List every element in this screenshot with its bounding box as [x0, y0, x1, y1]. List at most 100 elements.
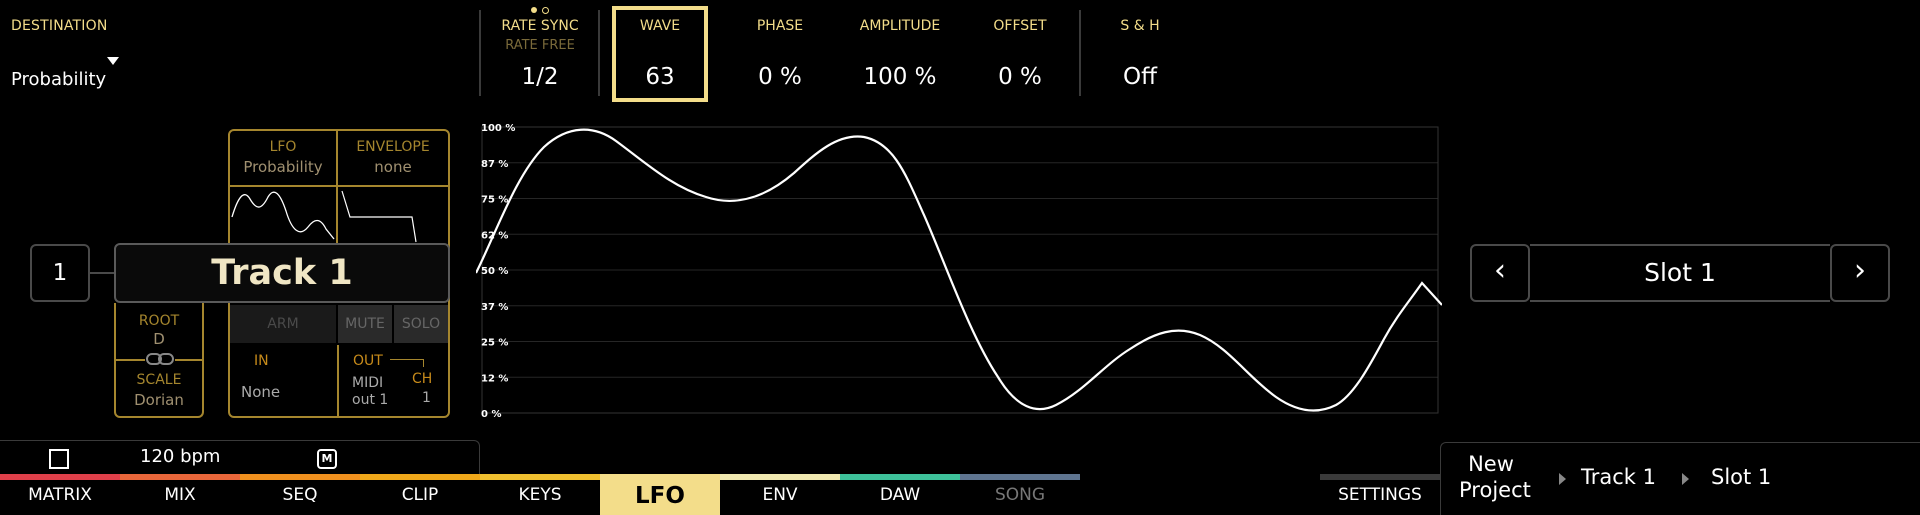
lfo-graph[interactable]: 100 %87 %75 %62 %50 %37 %25 %12 %0 %: [476, 115, 1442, 425]
settings-button[interactable]: SETTINGS: [1320, 476, 1440, 515]
y-tick-label: 50 %: [481, 266, 508, 277]
envelope-thumbnail[interactable]: [340, 187, 448, 243]
scale-label: SCALE: [136, 372, 182, 388]
destination-label: DESTINATION: [11, 18, 108, 34]
breadcrumb-project[interactable]: New Project: [1459, 451, 1531, 503]
phase-label: PHASE: [756, 18, 804, 34]
wave-value: 63: [645, 64, 675, 90]
io-divider: [337, 345, 339, 416]
lfo-thumbnail-wave: [231, 191, 335, 240]
destination-value: Probability: [11, 69, 107, 90]
y-tick-label: 100 %: [481, 123, 515, 134]
track-number-button[interactable]: 1: [30, 244, 90, 302]
y-tick-label: 87 %: [481, 159, 508, 170]
breadcrumb-slot[interactable]: Slot 1: [1711, 465, 1771, 489]
header-divider: [598, 10, 600, 96]
transport-bar: [0, 440, 480, 476]
in-label: IN: [254, 353, 269, 369]
sample-hold-param[interactable]: S & H Off: [1090, 0, 1190, 100]
channel-label: CH: [412, 371, 433, 387]
y-tick-label: 12 %: [481, 373, 508, 384]
amplitude-value: 100 %: [863, 64, 937, 90]
chevron-left-icon: ‹: [1494, 253, 1506, 288]
scale-value: Dorian: [134, 391, 184, 409]
tab-env[interactable]: ENV: [720, 476, 840, 515]
wave-param[interactable]: WAVE 63: [612, 6, 708, 102]
mute-button[interactable]: MUTE: [338, 305, 392, 343]
chevron-right-icon: ›: [1854, 253, 1866, 288]
slot-prev-button[interactable]: ‹: [1470, 244, 1530, 302]
wave-label: WAVE: [639, 18, 681, 34]
header-divider: [479, 10, 481, 96]
lfo-tab-label: LFO: [269, 139, 297, 155]
midi-in-select[interactable]: IN None: [230, 345, 336, 416]
phase-value: 0 %: [758, 64, 802, 90]
y-tick-label: 37 %: [481, 302, 508, 313]
root-scale-box[interactable]: ROOT D SCALE Dorian: [114, 303, 204, 418]
stop-icon[interactable]: [49, 449, 69, 469]
breadcrumb: New Project Track 1 Slot 1: [1440, 442, 1920, 515]
sample-hold-label: S & H: [1120, 18, 1160, 34]
rate-sync-label: RATE SYNC: [501, 18, 579, 34]
tab-daw[interactable]: DAW: [840, 476, 960, 515]
envelope-thumbnail-shape: [341, 190, 417, 243]
amplitude-param[interactable]: AMPLITUDE 100 %: [840, 0, 960, 100]
rate-mode-dot-active: [531, 7, 537, 13]
graph-y-ticks: 100 %87 %75 %62 %50 %37 %25 %12 %0 %: [481, 123, 515, 420]
tab-song[interactable]: SONG: [960, 476, 1080, 515]
out-value-line1: MIDI: [352, 375, 384, 391]
out-bracket: [390, 359, 424, 367]
metronome-icon[interactable]: M: [317, 449, 337, 469]
dropdown-arrow-icon: [107, 57, 119, 65]
lfo-thumbnail[interactable]: [230, 187, 338, 243]
phase-param[interactable]: PHASE 0 %: [730, 0, 830, 100]
y-tick-label: 75 %: [481, 195, 508, 206]
midi-out-select[interactable]: OUT MIDI out 1 CH 1: [340, 345, 448, 416]
breadcrumb-arrow-icon: [1559, 473, 1566, 485]
root-value: D: [153, 330, 165, 348]
lfo-tab[interactable]: LFO Probability: [230, 131, 338, 187]
out-value-line2: out 1: [352, 392, 389, 408]
envelope-tab[interactable]: ENVELOPE none: [338, 131, 448, 187]
breadcrumb-project-line2: Project: [1459, 478, 1531, 502]
tab-keys[interactable]: KEYS: [480, 476, 600, 515]
channel-value: 1: [422, 390, 431, 406]
in-value: None: [241, 383, 281, 401]
slot-label: Slot 1: [1644, 258, 1716, 287]
offset-label: OFFSET: [993, 18, 1047, 34]
rate-param[interactable]: RATE SYNC RATE FREE 1/2: [492, 0, 588, 100]
sample-hold-value: Off: [1123, 64, 1157, 90]
metronome-letter: M: [321, 452, 333, 465]
slot-next-button[interactable]: ›: [1830, 244, 1890, 302]
slot-label-box: Slot 1: [1530, 244, 1830, 302]
amplitude-label: AMPLITUDE: [859, 18, 941, 34]
envelope-tab-label: ENVELOPE: [356, 139, 430, 155]
tab-matrix[interactable]: MATRIX: [0, 476, 120, 515]
arm-button[interactable]: ARM: [230, 305, 336, 343]
destination-select[interactable]: Probability: [11, 55, 121, 91]
envelope-tab-target: none: [374, 158, 412, 176]
breadcrumb-track[interactable]: Track 1: [1581, 465, 1656, 489]
lfo-tab-target: Probability: [243, 158, 323, 176]
header-divider: [1079, 10, 1081, 96]
y-tick-label: 0 %: [481, 409, 501, 420]
track-name-box[interactable]: Track 1: [114, 243, 450, 303]
solo-button[interactable]: SOLO: [394, 305, 448, 343]
breadcrumb-arrow-icon: [1682, 473, 1689, 485]
tab-lfo[interactable]: LFO: [600, 478, 720, 515]
tab-clip[interactable]: CLIP: [360, 476, 480, 515]
rate-free-label: RATE FREE: [505, 38, 575, 53]
tab-seq[interactable]: SEQ: [240, 476, 360, 515]
rate-value: 1/2: [521, 64, 559, 90]
tab-mix[interactable]: MIX: [120, 476, 240, 515]
tempo-display[interactable]: 120 bpm: [140, 446, 220, 467]
rate-mode-dot-inactive: [542, 7, 549, 14]
y-tick-label: 25 %: [481, 338, 508, 349]
graph-grid: [481, 126, 1439, 414]
track-name: Track 1: [211, 253, 353, 293]
track-number: 1: [52, 260, 68, 286]
offset-param[interactable]: OFFSET 0 %: [970, 0, 1070, 100]
breadcrumb-project-line1: New: [1468, 452, 1514, 476]
offset-value: 0 %: [998, 64, 1042, 90]
link-icon[interactable]: [145, 351, 175, 367]
